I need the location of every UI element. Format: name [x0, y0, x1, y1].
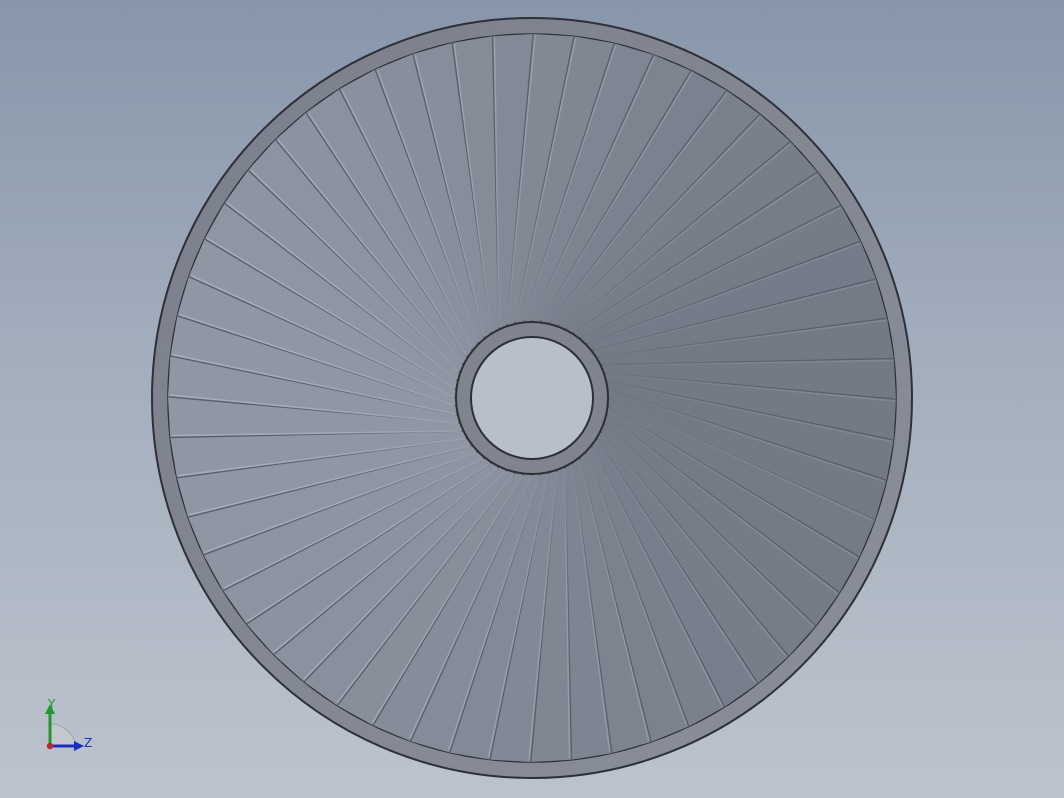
y-axis-label: Y — [47, 697, 56, 711]
impeller-model[interactable] — [151, 17, 913, 779]
triad-shade — [49, 723, 77, 747]
z-axis-arrow — [74, 741, 84, 751]
axis-triad: Y Z — [45, 697, 92, 751]
model-viewport[interactable] — [0, 0, 1064, 798]
hub-bore — [470, 336, 594, 460]
x-axis-origin — [46, 742, 54, 750]
z-axis-label: Z — [84, 736, 92, 750]
